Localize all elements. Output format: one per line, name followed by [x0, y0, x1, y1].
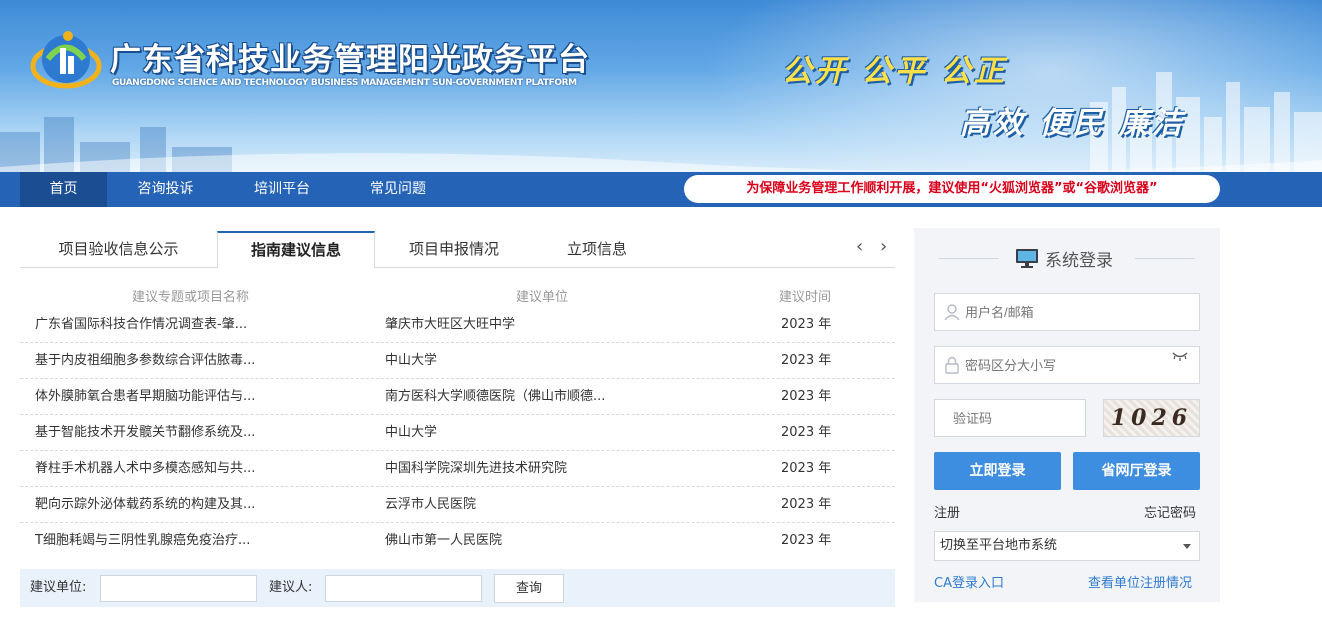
row-time: 2023 年 — [781, 461, 832, 476]
row-title[interactable]: 广东省国际科技合作情况调查表-肇... — [35, 307, 365, 343]
province-login-button[interactable]: 省网厅登录 — [1073, 452, 1200, 490]
row-unit: 云浮市人民医院 — [385, 497, 477, 512]
logo-icon — [30, 31, 102, 89]
password-input[interactable] — [965, 347, 1165, 383]
login-panel: 系统登录 1026 立即登录 省网厅登录 注册 忘记密码 切换至平台地市系统 C… — [914, 228, 1220, 602]
row-time: 2023 年 — [781, 389, 832, 404]
tab-acceptance-info[interactable]: 项目验收信息公示 — [20, 232, 217, 268]
table-row[interactable]: 基于智能技术开发髋关节翻修系统及... 中山大学 2023 年 — [20, 415, 895, 451]
row-title[interactable]: 体外膜肺氧合患者早期脑功能评估与... — [35, 379, 365, 415]
arrow-left-icon[interactable]: ‹ — [856, 236, 863, 257]
row-unit: 肇庆市大旺区大旺中学 — [385, 317, 516, 332]
nav-consult-complaint[interactable]: 咨询投诉 — [107, 172, 224, 207]
person-search-input[interactable] — [325, 575, 482, 602]
table-row[interactable]: T细胞耗竭与三阴性乳腺癌免疫治疗... 佛山市第一人民医院 2023 年 — [20, 523, 895, 559]
row-unit: 南方医科大学顺德医院（佛山市顺德... — [385, 389, 606, 404]
info-tabs: 项目验收信息公示 指南建议信息 项目申报情况 立项信息 — [20, 231, 895, 268]
table-row[interactable]: 体外膜肺氧合患者早期脑功能评估与... 南方医科大学顺德医院（佛山市顺德... … — [20, 379, 895, 415]
arrow-right-icon[interactable]: › — [880, 236, 887, 257]
eye-closed-icon[interactable] — [1171, 350, 1189, 362]
monitor-icon — [1016, 249, 1038, 268]
column-header-time: 建议时间 — [779, 290, 832, 305]
caret-down-icon — [1183, 544, 1191, 549]
forgot-password-link[interactable]: 忘记密码 — [1144, 502, 1196, 521]
user-icon — [944, 304, 960, 321]
unit-label: 建议单位: — [30, 580, 87, 595]
title-divider-right — [1135, 258, 1195, 259]
lock-icon — [945, 356, 959, 374]
row-unit: 中山大学 — [385, 353, 438, 368]
row-title[interactable]: 靶向示踪外泌体载药系统的构建及其... — [35, 487, 365, 523]
nav-faq[interactable]: 常见问题 — [340, 172, 456, 207]
ca-login-link[interactable]: CA登录入口 — [934, 572, 1004, 591]
table-row[interactable]: 广东省国际科技合作情况调查表-肇... 肇庆市大旺区大旺中学 2023 年 — [20, 307, 895, 343]
row-time: 2023 年 — [781, 497, 832, 512]
captcha-image[interactable]: 1026 — [1103, 399, 1200, 437]
title-divider-left — [939, 258, 999, 259]
unit-search-input[interactable] — [100, 575, 257, 602]
column-header-unit: 建议单位 — [516, 290, 569, 305]
row-time: 2023 年 — [781, 533, 832, 548]
login-button[interactable]: 立即登录 — [934, 452, 1061, 490]
query-button[interactable]: 查询 — [494, 574, 564, 603]
person-label: 建议人: — [269, 580, 313, 595]
row-title[interactable]: 基于内皮祖细胞多参数综合评估脓毒... — [35, 343, 365, 379]
table-row[interactable]: 基于内皮祖细胞多参数综合评估脓毒... 中山大学 2023 年 — [20, 343, 895, 379]
captcha-field[interactable] — [934, 399, 1086, 437]
tab-guide-suggestion[interactable]: 指南建议信息 — [217, 231, 375, 268]
unit-register-status-link[interactable]: 查看单位注册情况 — [1088, 572, 1192, 591]
browser-notice: 为保障业务管理工作顺利开展，建议使用“火狐浏览器”或“谷歌浏览器” — [684, 175, 1220, 203]
suggestion-search-bar: 建议单位: 建议人: 查询 — [20, 569, 895, 607]
slogan-line-2: 高效 便民 廉洁 — [960, 106, 1185, 141]
register-link[interactable]: 注册 — [934, 502, 960, 521]
username-field[interactable] — [934, 293, 1200, 331]
password-field[interactable] — [934, 346, 1200, 384]
table-row[interactable]: 靶向示踪外泌体载药系统的构建及其... 云浮市人民医院 2023 年 — [20, 487, 895, 523]
city-system-select[interactable]: 切换至平台地市系统 — [934, 531, 1200, 561]
tab-application-status[interactable]: 项目申报情况 — [375, 232, 533, 268]
nav-home[interactable]: 首页 — [20, 172, 107, 207]
column-header-title: 建议专题或项目名称 — [132, 290, 250, 305]
row-title[interactable]: 基于智能技术开发髋关节翻修系统及... — [35, 415, 365, 451]
nav-training[interactable]: 培训平台 — [224, 172, 340, 207]
site-title: 广东省科技业务管理阳光政务平台 — [110, 42, 590, 78]
row-time: 2023 年 — [781, 353, 832, 368]
row-title[interactable]: 脊柱手术机器人术中多模态感知与共... — [35, 451, 365, 487]
login-title: 系统登录 — [1045, 251, 1113, 271]
username-input[interactable] — [965, 294, 1165, 330]
row-unit: 中国科学院深圳先进技术研究院 — [385, 461, 568, 476]
city-system-select-value: 切换至平台地市系统 — [940, 538, 1058, 553]
site-title-english: GUANGDONG SCIENCE AND TECHNOLOGY BUSINES… — [112, 78, 577, 88]
slogan-line-1: 公开 公平 公正 — [782, 54, 1007, 89]
row-title[interactable]: T细胞耗竭与三阴性乳腺癌免疫治疗... — [35, 523, 365, 559]
row-time: 2023 年 — [781, 317, 832, 332]
row-time: 2023 年 — [781, 425, 832, 440]
header-banner: 广东省科技业务管理阳光政务平台 GUANGDONG SCIENCE AND TE… — [0, 0, 1322, 172]
table-row[interactable]: 脊柱手术机器人术中多模态感知与共... 中国科学院深圳先进技术研究院 2023 … — [20, 451, 895, 487]
tab-project-approval[interactable]: 立项信息 — [533, 232, 661, 268]
row-unit: 佛山市第一人民医院 — [385, 533, 503, 548]
captcha-input[interactable] — [953, 400, 1073, 436]
row-unit: 中山大学 — [385, 425, 438, 440]
